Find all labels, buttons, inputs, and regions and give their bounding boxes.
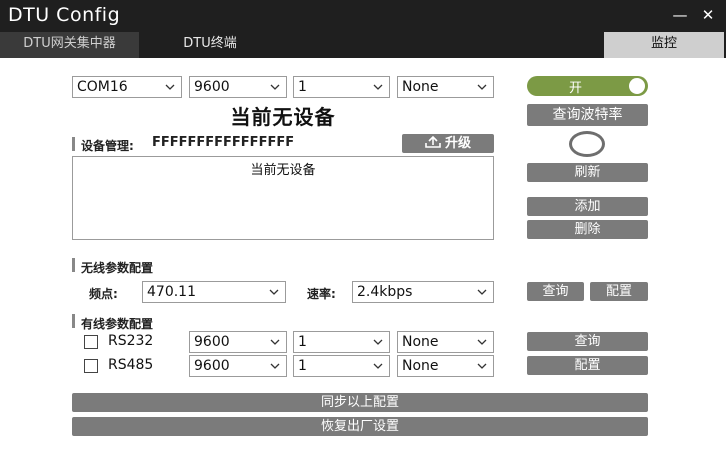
device-status-headline: 当前无设备 xyxy=(72,104,494,130)
rs232-bits-value: 1 xyxy=(298,334,307,350)
device-management-label: 设备管理: xyxy=(81,139,134,153)
wireless-query-button[interactable]: 查询 xyxy=(527,282,584,301)
section-marker xyxy=(72,258,75,272)
window-title: DTU Config xyxy=(8,4,121,26)
minimize-button[interactable]: — xyxy=(668,3,692,27)
device-list[interactable]: 当前无设备 xyxy=(72,156,494,240)
chevron-down-icon xyxy=(477,363,487,369)
refresh-button[interactable]: 刷新 xyxy=(527,163,648,182)
rate-value: 2.4kbps xyxy=(357,284,413,300)
rs485-checkbox[interactable] xyxy=(84,359,98,373)
tab-monitor[interactable]: 监控 xyxy=(604,32,724,58)
chevron-down-icon xyxy=(373,339,383,345)
baud-value: 9600 xyxy=(194,79,230,95)
chevron-down-icon xyxy=(270,339,280,345)
chevron-down-icon xyxy=(270,363,280,369)
parity-value: None xyxy=(402,79,439,95)
chevron-down-icon xyxy=(373,363,383,369)
chevron-down-icon xyxy=(477,84,487,90)
rs485-bits-select[interactable]: 1 xyxy=(293,355,390,377)
rs232-bits-select[interactable]: 1 xyxy=(293,331,390,353)
chevron-down-icon xyxy=(165,84,175,90)
delete-button[interactable]: 删除 xyxy=(527,220,648,239)
upgrade-button[interactable]: 升级 xyxy=(402,134,494,153)
chevron-down-icon xyxy=(373,84,383,90)
toggle-label: 开 xyxy=(569,81,583,96)
frequency-label: 频点: xyxy=(89,287,118,301)
chevron-down-icon xyxy=(270,84,280,90)
section-marker xyxy=(72,314,75,328)
parity-select[interactable]: None xyxy=(397,76,494,98)
loading-ring-icon xyxy=(569,131,605,157)
device-id: FFFFFFFFFFFFFFFF xyxy=(152,135,295,150)
close-button[interactable]: ✕ xyxy=(696,3,720,27)
tab-bar: DTU网关集中器 DTU终端 监控 xyxy=(0,32,726,58)
rs232-label: RS232 xyxy=(108,333,154,349)
rs485-bits-value: 1 xyxy=(298,358,307,374)
baud-select[interactable]: 9600 xyxy=(189,76,287,98)
upgrade-label: 升级 xyxy=(444,136,471,151)
device-list-empty-text: 当前无设备 xyxy=(250,163,316,178)
frequency-value: 470.11 xyxy=(147,284,196,300)
wireless-config-button[interactable]: 配置 xyxy=(590,282,648,301)
port-value: COM16 xyxy=(77,79,128,95)
databits-value: 1 xyxy=(298,79,307,95)
wired-config-button[interactable]: 配置 xyxy=(527,356,648,375)
section-marker xyxy=(72,137,75,151)
rs232-checkbox[interactable] xyxy=(84,335,98,349)
rs232-baud-select[interactable]: 9600 xyxy=(189,331,287,353)
rs232-baud-value: 9600 xyxy=(194,334,230,350)
factory-reset-button[interactable]: 恢复出厂设置 xyxy=(72,417,648,436)
rs485-label: RS485 xyxy=(108,357,154,373)
rs485-parity-select[interactable]: None xyxy=(397,355,494,377)
port-select[interactable]: COM16 xyxy=(72,76,182,98)
add-button[interactable]: 添加 xyxy=(527,197,648,216)
toggle-knob xyxy=(629,78,645,94)
chevron-down-icon xyxy=(477,339,487,345)
sync-config-button[interactable]: 同步以上配置 xyxy=(72,393,648,412)
rs485-parity-value: None xyxy=(402,358,439,374)
upload-icon xyxy=(425,135,441,148)
rate-label: 速率: xyxy=(307,287,336,301)
rs485-baud-select[interactable]: 9600 xyxy=(189,355,287,377)
chevron-down-icon xyxy=(269,289,279,295)
query-baud-button[interactable]: 查询波特率 xyxy=(527,104,648,126)
rate-select[interactable]: 2.4kbps xyxy=(352,281,494,303)
rs232-parity-value: None xyxy=(402,334,439,350)
frequency-select[interactable]: 470.11 xyxy=(142,281,286,303)
rs232-parity-select[interactable]: None xyxy=(397,331,494,353)
rs485-baud-value: 9600 xyxy=(194,358,230,374)
wired-query-button[interactable]: 查询 xyxy=(527,332,648,351)
tab-dtu-gateway[interactable]: DTU网关集中器 xyxy=(0,32,139,58)
wireless-section-title: 无线参数配置 xyxy=(81,261,154,275)
tab-dtu-terminal[interactable]: DTU终端 xyxy=(150,32,270,58)
databits-select[interactable]: 1 xyxy=(293,76,390,98)
title-bar: DTU Config — ✕ xyxy=(0,0,726,32)
wired-section-title: 有线参数配置 xyxy=(81,317,154,331)
chevron-down-icon xyxy=(477,289,487,295)
power-toggle[interactable]: 开 xyxy=(527,76,648,96)
